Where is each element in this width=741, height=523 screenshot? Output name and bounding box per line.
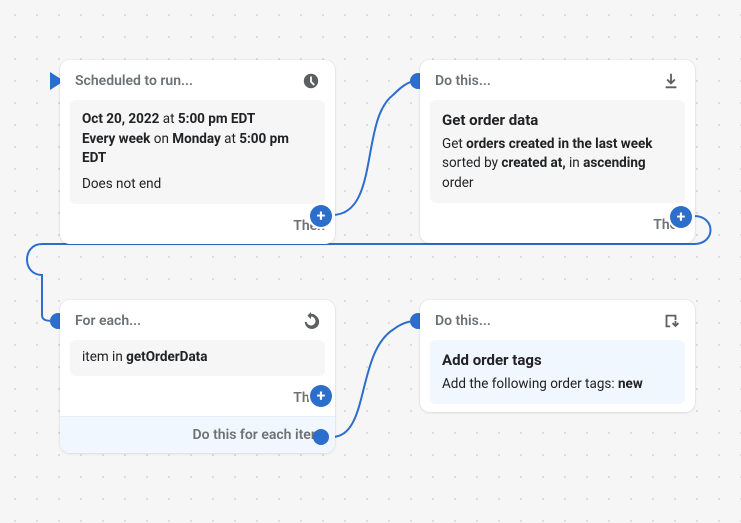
loop-header: For each...	[60, 300, 335, 340]
action-body: Add order tags Add the following order t…	[430, 340, 685, 404]
action-header-label: Do this...	[435, 73, 491, 89]
action-then: Then	[420, 211, 695, 243]
trigger-header-label: Scheduled to run...	[75, 73, 193, 89]
action-header: Do this...	[420, 60, 695, 100]
action-header-label: Do this...	[435, 313, 491, 329]
action-card-add-tags[interactable]: Do this... Add order tags Add the follow…	[420, 300, 695, 412]
add-step-button[interactable]: +	[310, 385, 332, 407]
loop-footer: Do this for each item	[60, 416, 335, 453]
action-header: Do this...	[420, 300, 695, 340]
trigger-body: Oct 20, 2022 at 5:00 pm EDT Every week o…	[70, 100, 325, 204]
add-step-button[interactable]: +	[310, 205, 332, 227]
trigger-then: Then	[60, 212, 335, 244]
refresh-icon	[302, 312, 320, 330]
add-step-button[interactable]: +	[670, 206, 692, 228]
loop-card[interactable]: For each... item in getOrderData Then Do…	[60, 300, 335, 453]
loop-body: item in getOrderData	[70, 340, 325, 376]
clock-icon	[302, 72, 320, 90]
node-dot	[313, 429, 329, 445]
action-card-get-order-data[interactable]: Do this... Get order data Get orders cre…	[420, 60, 695, 243]
loop-then: Then	[60, 384, 335, 416]
import-icon	[662, 312, 680, 330]
loop-header-label: For each...	[75, 313, 141, 329]
action-body: Get order data Get orders created in the…	[430, 100, 685, 203]
download-icon	[662, 72, 680, 90]
trigger-card[interactable]: Scheduled to run... Oct 20, 2022 at 5:00…	[60, 60, 335, 244]
trigger-header: Scheduled to run...	[60, 60, 335, 100]
